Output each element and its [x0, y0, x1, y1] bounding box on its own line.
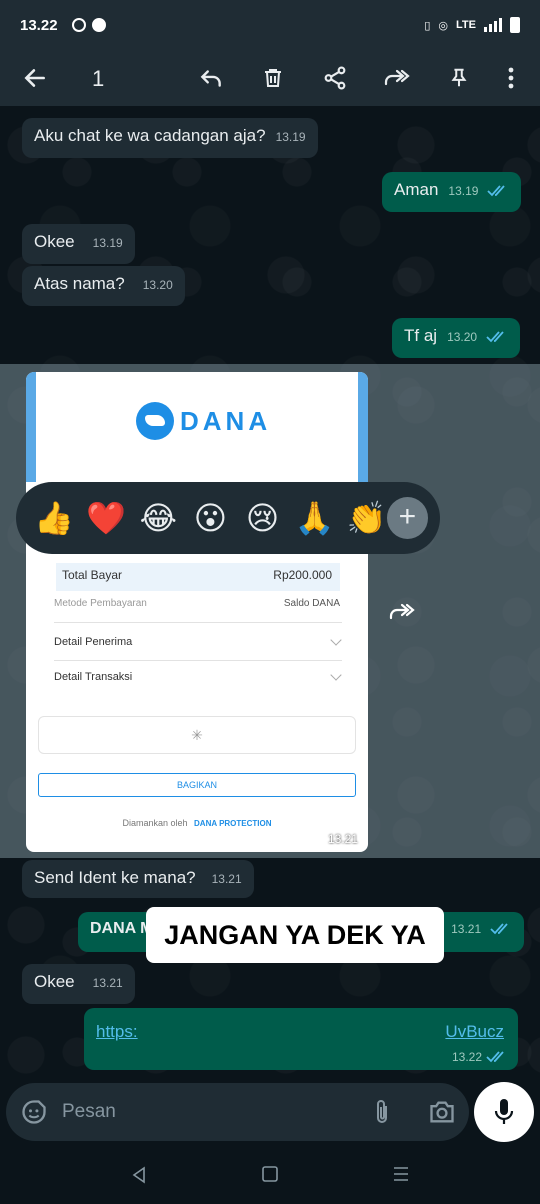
- chevron-down-icon: [330, 634, 342, 646]
- surprised-reaction[interactable]: 😮: [184, 499, 236, 537]
- image-frame-left: [26, 372, 36, 482]
- divider: [54, 660, 342, 661]
- pin-icon[interactable]: [442, 62, 476, 94]
- message-time: 13.21: [92, 976, 123, 990]
- method-label: Metode Pembayaran: [54, 598, 147, 609]
- camera-icon[interactable]: [428, 1099, 456, 1130]
- receiver-label: Detail Penerima: [54, 636, 133, 648]
- reply-icon[interactable]: [194, 62, 228, 94]
- nav-back-icon[interactable]: [130, 1166, 148, 1189]
- message-time: 13.22: [451, 1050, 482, 1064]
- message-time: 13.21: [327, 832, 358, 846]
- dana-wordmark: DANA: [180, 405, 272, 436]
- back-arrow-icon[interactable]: [18, 62, 52, 94]
- system-nav-bar: [0, 1148, 540, 1204]
- forward-icon[interactable]: [380, 62, 414, 94]
- method-value: Saldo DANA: [283, 598, 340, 609]
- read-ticks-icon: [487, 184, 505, 196]
- vibrate-icon: ▯: [424, 19, 431, 32]
- selected-count: 1: [92, 66, 105, 91]
- total-label: Total Bayar: [62, 568, 123, 582]
- heart-reaction[interactable]: ❤️: [80, 499, 132, 537]
- voice-message-button[interactable]: [474, 1082, 534, 1142]
- more-options-icon[interactable]: [494, 62, 528, 94]
- battery-icon: [510, 17, 520, 33]
- message-time: 13.19: [275, 130, 306, 144]
- dana-protection-label: DANA PROTECTION: [194, 819, 272, 828]
- image-message[interactable]: DANA Total Bayar Rp200.000 Metode Pembay…: [26, 372, 368, 852]
- message-text: Send Ident ke mana?: [34, 868, 196, 887]
- divider: [54, 622, 342, 623]
- message-input[interactable]: Pesan: [62, 1101, 116, 1123]
- pray-reaction[interactable]: 🙏: [289, 499, 341, 537]
- laughing-reaction[interactable]: 😂: [132, 499, 184, 537]
- dana-logo: DANA: [136, 402, 271, 440]
- delete-icon[interactable]: [256, 62, 290, 94]
- read-ticks-icon: [489, 923, 508, 935]
- message-bubble[interactable]: https: UvBucz 13.22: [84, 1008, 518, 1070]
- chat-area[interactable]: Aku chat ke wa cadangan aja? 13.19 Aman 13…: [0, 106, 540, 1082]
- message-text: Atas nama?: [34, 274, 125, 293]
- message-bubble[interactable]: Okee 13.19: [22, 224, 135, 264]
- more-reactions-button[interactable]: +: [386, 497, 429, 539]
- forward-message-icon[interactable]: [388, 600, 416, 629]
- selection-toolbar: 1: [0, 50, 540, 106]
- crying-reaction[interactable]: 😢: [236, 499, 288, 537]
- signal-icon: [484, 18, 502, 32]
- read-ticks-icon: [486, 330, 504, 342]
- nav-home-icon[interactable]: [262, 1166, 278, 1187]
- message-text: Aman: [394, 180, 439, 199]
- message-time: 13.20: [447, 330, 478, 344]
- message-bubble[interactable]: Aku chat ke wa cadangan aja? 13.19: [22, 118, 318, 158]
- status-time: 13.22: [20, 16, 58, 34]
- hotspot-icon: ◎: [438, 19, 449, 32]
- message-time: 13.20: [142, 278, 173, 292]
- attach-icon[interactable]: [370, 1098, 394, 1131]
- app-notification-icon: [91, 18, 106, 32]
- reaction-picker: 👍 ❤️ 😂 😮 😢 🙏 👏 +: [16, 482, 440, 554]
- notification-icon: [71, 18, 86, 32]
- message-bubble[interactable]: Atas nama? 13.20: [22, 266, 185, 306]
- thumbs-up-reaction[interactable]: 👍: [28, 499, 80, 537]
- sticker-icon[interactable]: [20, 1098, 48, 1131]
- total-value: Rp200.000: [273, 568, 332, 582]
- mic-icon: [494, 1099, 514, 1124]
- share-icon[interactable]: [318, 62, 352, 94]
- message-time: 13.19: [448, 184, 479, 198]
- image-frame-right: [358, 372, 368, 482]
- dana-logo-icon: [136, 402, 174, 440]
- message-text: Okee: [34, 972, 75, 991]
- link-text-end[interactable]: UvBucz: [445, 1022, 504, 1042]
- message-composer[interactable]: Pesan: [6, 1083, 469, 1141]
- text-sticker: JANGAN YA DEK YA: [146, 907, 444, 963]
- message-text: Tf aj: [404, 326, 438, 345]
- message-bubble[interactable]: Aman 13.19: [382, 172, 522, 212]
- spinner-icon: ✳: [191, 726, 203, 743]
- message-time: 13.21: [451, 922, 482, 936]
- secured-by-label: Diamankan oleh: [122, 818, 188, 828]
- lte-label: LTE: [456, 19, 476, 31]
- share-receipt-button: BAGIKAN: [38, 773, 356, 797]
- message-time: 13.19: [92, 236, 123, 250]
- message-text: Aku chat ke wa cadangan aja?: [34, 126, 266, 145]
- nav-recents-icon[interactable]: [392, 1166, 410, 1187]
- link-text-start[interactable]: https:: [96, 1022, 138, 1042]
- message-text: Okee: [34, 232, 75, 251]
- secured-by: Diamankan oleh DANA PROTECTION: [26, 818, 368, 828]
- message-bubble[interactable]: Okee 13.21: [22, 964, 135, 1004]
- status-bar: 13.22 ▯ ◎ LTE: [0, 0, 540, 50]
- message-time: 13.21: [211, 872, 242, 886]
- transaction-label: Detail Transaksi: [54, 671, 133, 683]
- loading-box: ✳: [38, 716, 356, 754]
- message-bubble[interactable]: Tf aj 13.20: [392, 318, 520, 358]
- message-bubble[interactable]: Send Ident ke mana? 13.21: [22, 860, 254, 898]
- clap-reaction[interactable]: 👏: [341, 499, 393, 537]
- chevron-down-icon: [330, 669, 342, 681]
- read-ticks-icon: [486, 1051, 504, 1063]
